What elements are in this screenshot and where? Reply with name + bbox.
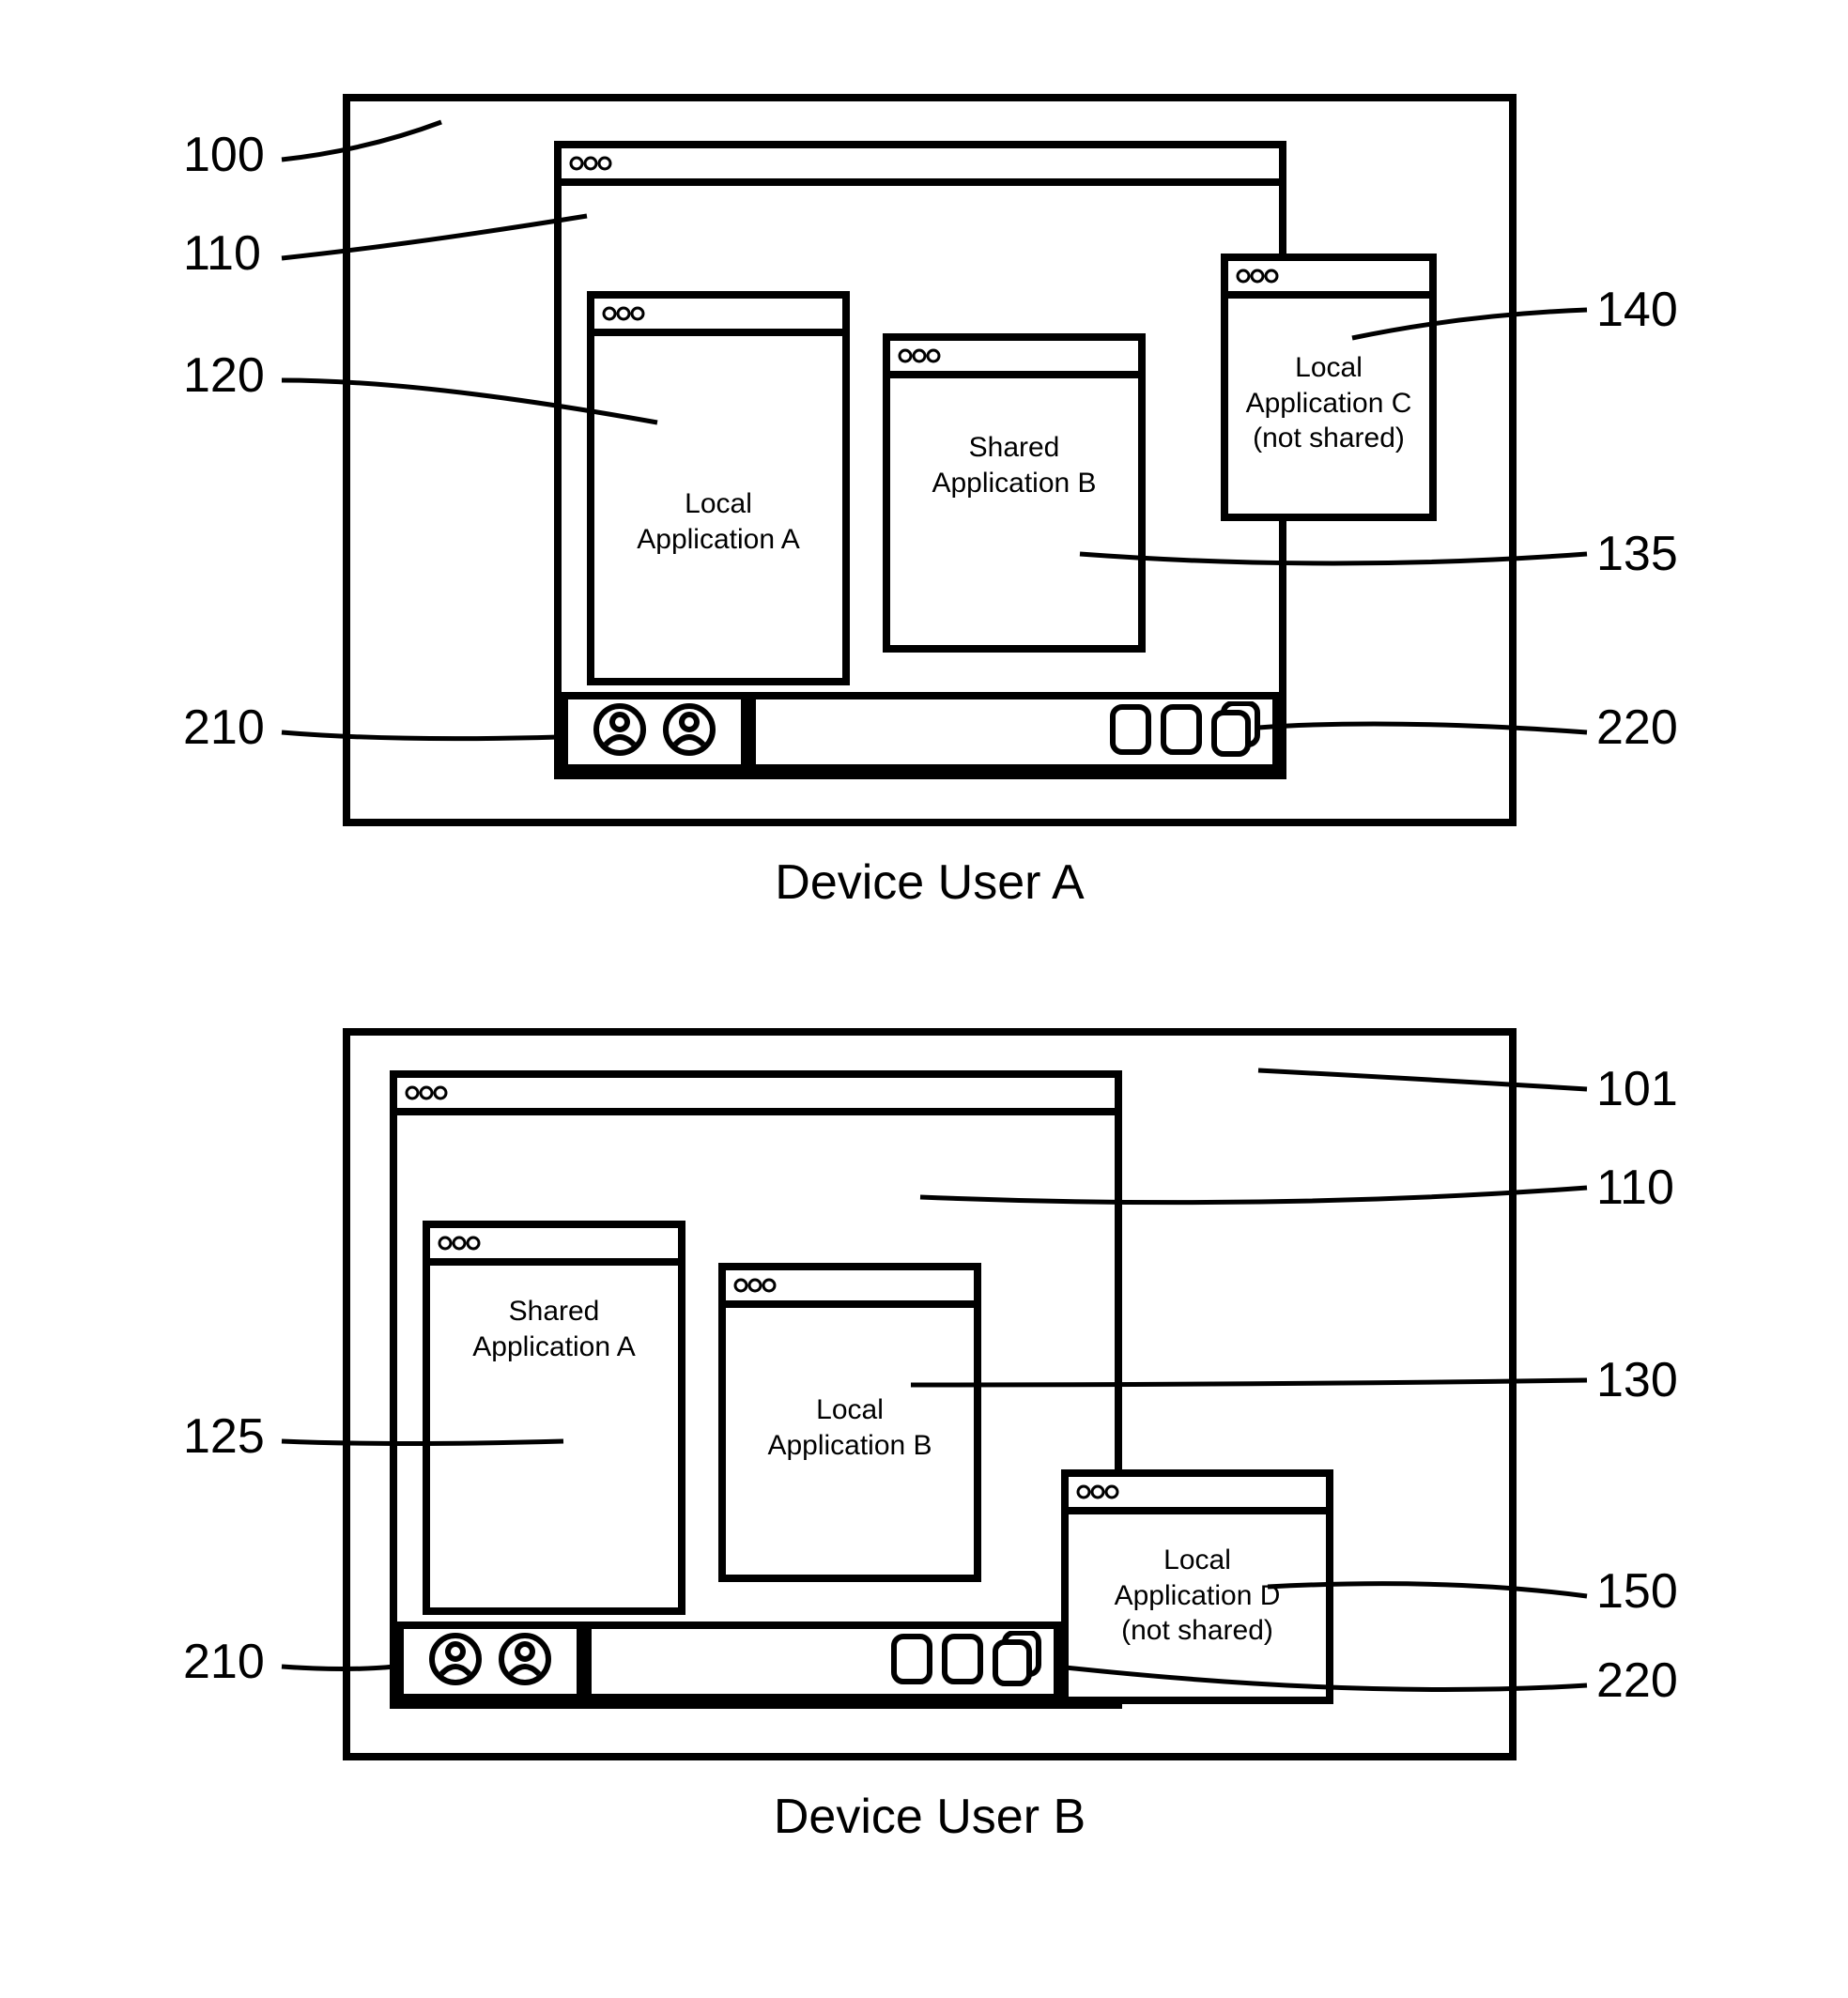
diagram-stage: Local Application A Shared Application B… <box>0 0 1848 1998</box>
leader-line <box>0 0 1848 1998</box>
